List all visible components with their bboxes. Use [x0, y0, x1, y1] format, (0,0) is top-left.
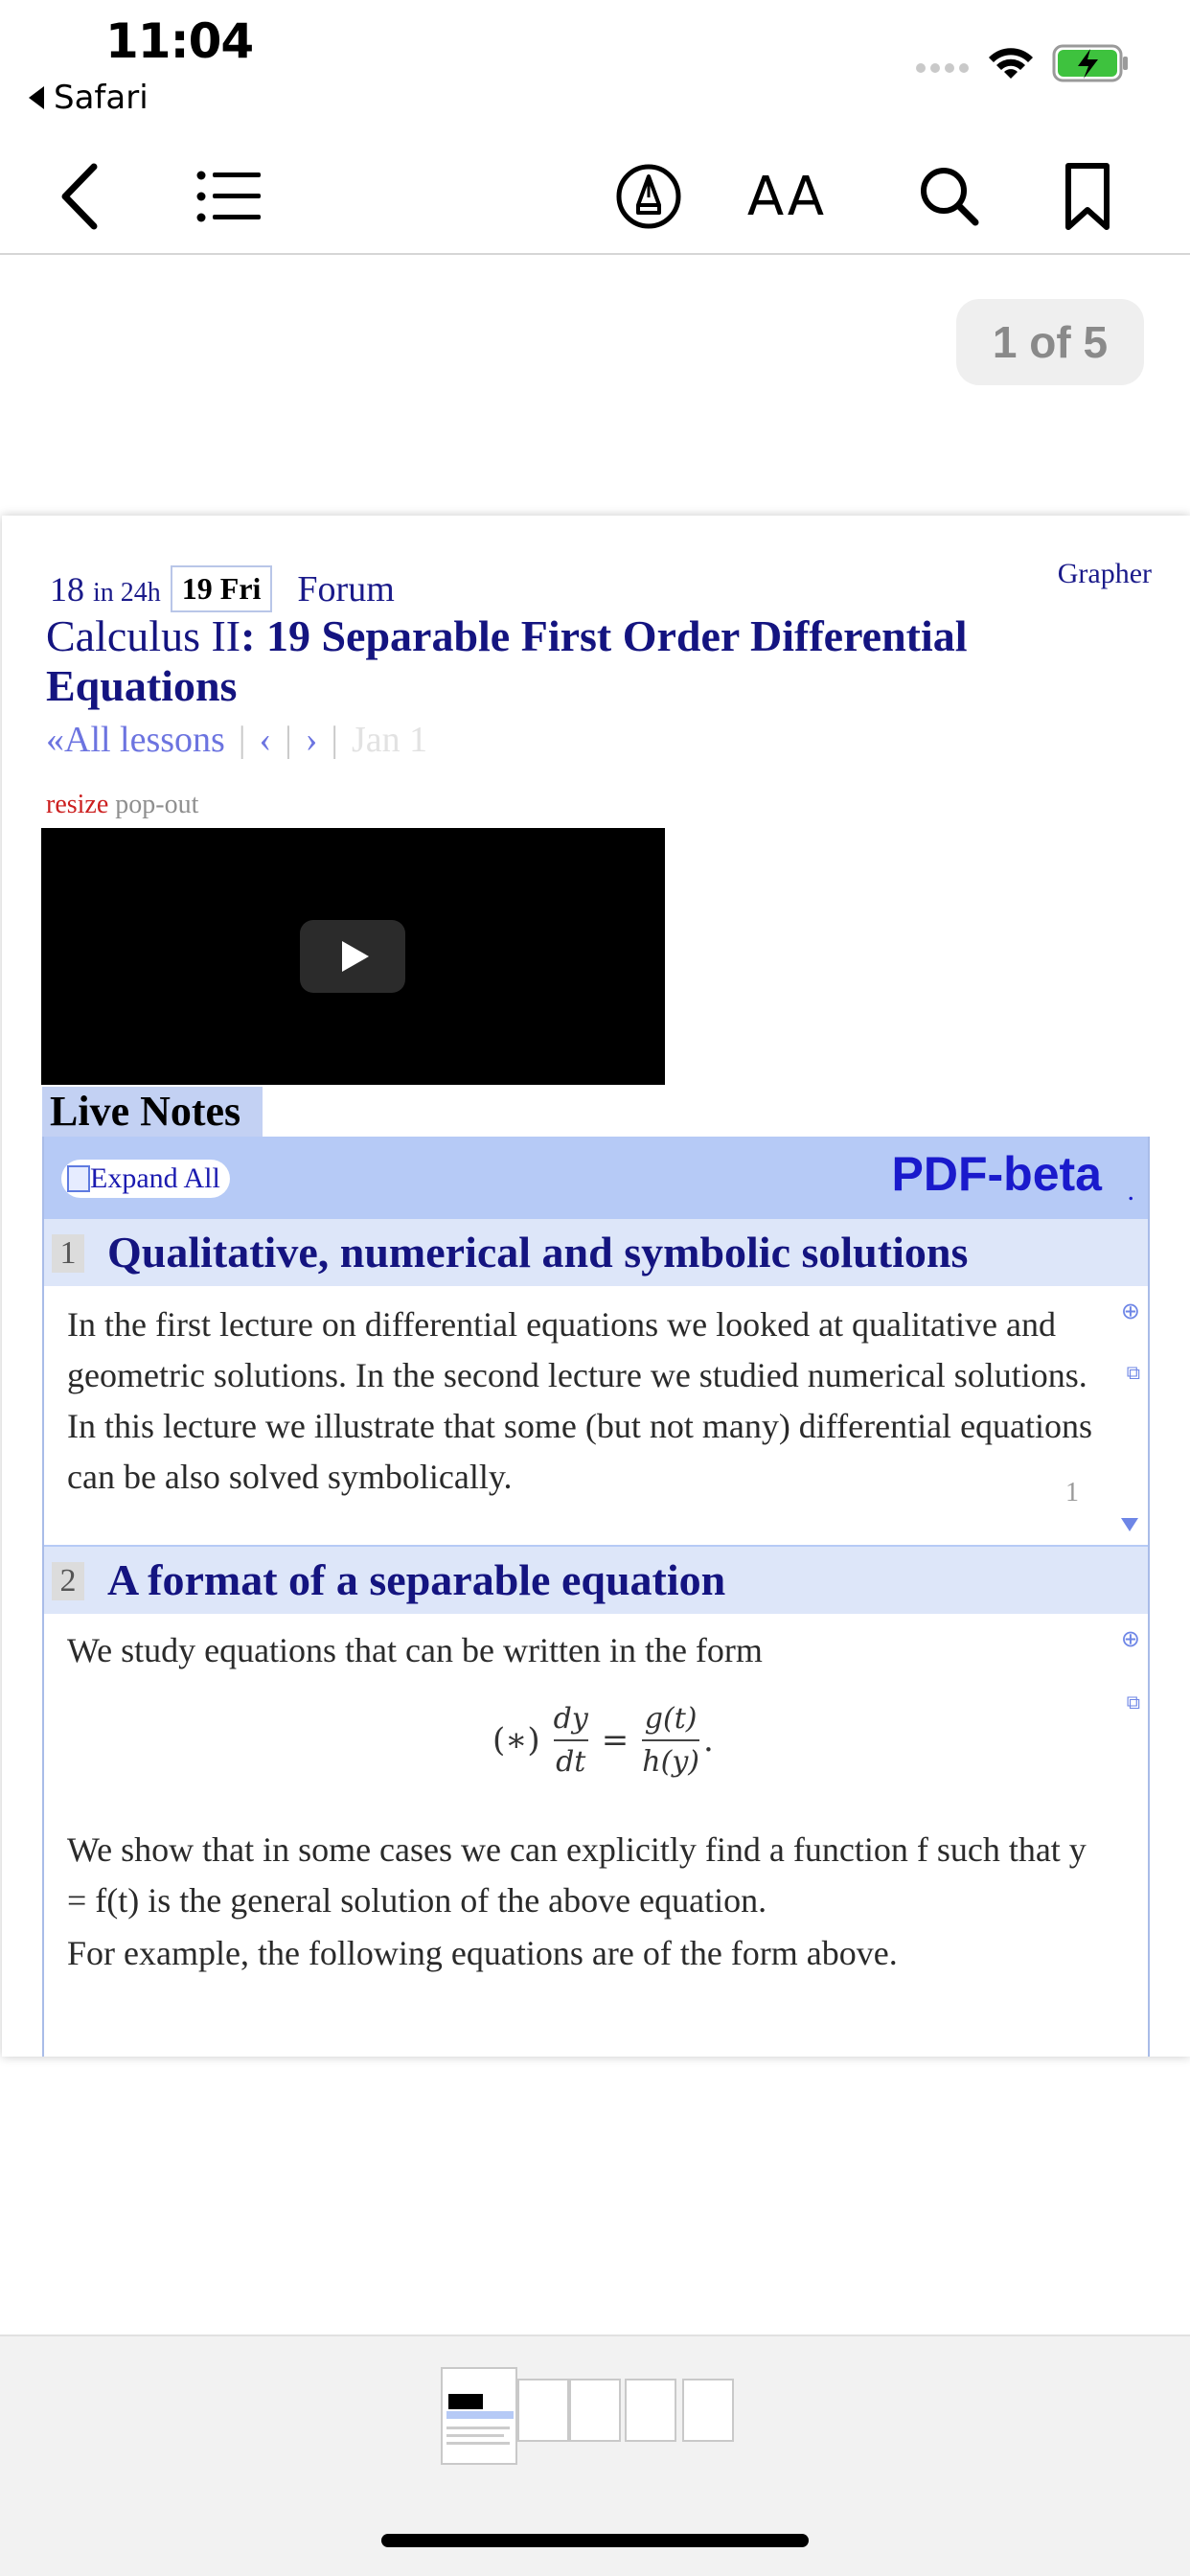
section-number: 2: [52, 1562, 84, 1600]
rhs-denominator: h(y): [642, 1745, 699, 1779]
popout-link[interactable]: pop-out: [115, 790, 198, 819]
faint-date-text: Jan 1: [352, 720, 428, 760]
battery-charging-icon: [1052, 42, 1131, 89]
lhs-fraction: dy dt: [553, 1702, 588, 1779]
video-controls-row: resize pop-out: [46, 790, 198, 820]
footnote-marker: 1: [1065, 1478, 1079, 1507]
all-lessons-link[interactable]: «All lessons: [46, 719, 225, 761]
add-note-icon[interactable]: ⊕: [1121, 1298, 1140, 1325]
equals-sign: =: [601, 1721, 629, 1760]
bookmark-icon[interactable]: [1044, 153, 1131, 240]
page-thumbnail-5[interactable]: [682, 2379, 734, 2442]
reader-toolbar: AA: [0, 144, 1190, 255]
section-1-text: In the first lecture on differential equ…: [67, 1305, 1093, 1496]
rhs-fraction: g(t) h(y): [642, 1702, 699, 1779]
separable-equation: (∗) dy dt = g(t) h(y) .: [492, 1702, 714, 1779]
pdf-beta-dot: .: [1127, 1175, 1135, 1207]
collapse-arrow-icon[interactable]: [1121, 1518, 1138, 1531]
rhs-numerator: g(t): [644, 1702, 698, 1736]
pager-divider: |: [331, 720, 338, 760]
lesson-pager: «All lessons | ‹ | › | Jan 1: [46, 719, 427, 761]
page-thumbnail-4[interactable]: [625, 2379, 676, 2442]
back-app-label: Safari: [54, 79, 149, 117]
cellular-signal-icon: [916, 63, 969, 73]
section-1-header[interactable]: 1 Qualitative, numerical and symbolic so…: [44, 1219, 1148, 1286]
section-2-para2: For example, the following equations are…: [67, 1934, 898, 1972]
section-2-header[interactable]: 2 A format of a separable equation: [44, 1547, 1148, 1614]
recent-count-suffix: in 24h: [93, 577, 161, 608]
section-number: 1: [52, 1234, 84, 1273]
day-badge[interactable]: 19 Fri: [170, 565, 273, 612]
expand-all-label: Expand All: [90, 1162, 220, 1194]
pager-divider: |: [285, 720, 292, 760]
grapher-link[interactable]: Grapher: [1058, 558, 1152, 590]
section-2-intro: We study equations that can be written i…: [67, 1631, 763, 1669]
text-size-label: AA: [746, 165, 827, 228]
status-time: 11:04: [105, 13, 254, 69]
notes-panel: Expand All PDF-beta . 1 Qualitative, num…: [42, 1137, 1150, 2057]
lhs-numerator: dy: [553, 1702, 588, 1736]
pdf-page[interactable]: 18 in 24h 19 Fri Forum Grapher Calculus …: [2, 516, 1190, 2057]
equation-label: (∗): [492, 1721, 540, 1760]
course-name: Calculus II: [46, 611, 241, 660]
page-thumbnail-1[interactable]: [441, 2367, 517, 2465]
section-title: Qualitative, numerical and symbolic solu…: [107, 1228, 969, 1276]
home-indicator: [381, 2534, 809, 2547]
expand-icon: [67, 1165, 90, 1192]
next-lesson-link[interactable]: ›: [306, 719, 318, 761]
prev-lesson-link[interactable]: ‹: [259, 719, 271, 761]
section-2-para1: We show that in some cases we can explic…: [67, 1830, 1087, 1920]
popout-icon[interactable]: ⧉: [1127, 1692, 1140, 1714]
lesson-title: Calculus II: 19 Separable First Order Di…: [46, 611, 1119, 711]
recent-count: 18: [50, 569, 84, 609]
video-player[interactable]: [41, 828, 665, 1085]
forum-link[interactable]: Forum: [297, 568, 394, 610]
resize-link[interactable]: resize: [46, 790, 108, 819]
back-to-safari[interactable]: Safari: [29, 79, 149, 117]
markup-pen-icon[interactable]: [606, 153, 692, 240]
page-thumbnail-2[interactable]: [517, 2379, 569, 2442]
page-thumbnail-3[interactable]: [569, 2379, 621, 2442]
wifi-icon: [987, 44, 1035, 87]
back-triangle-icon: [29, 86, 44, 109]
recent-count-link[interactable]: 18 in 24h: [50, 569, 161, 610]
search-icon[interactable]: [906, 153, 993, 240]
play-button[interactable]: [300, 920, 405, 993]
add-note-icon[interactable]: ⊕: [1121, 1625, 1140, 1653]
popout-icon[interactable]: ⧉: [1127, 1363, 1140, 1385]
expand-all-button[interactable]: Expand All: [61, 1160, 230, 1198]
chevron-left-icon[interactable]: [36, 153, 123, 240]
section-title: A format of a separable equation: [107, 1555, 726, 1604]
live-notes-heading: Live Notes: [42, 1087, 263, 1137]
page-counter: 1 of 5: [956, 299, 1144, 385]
period: .: [702, 1721, 714, 1760]
pdf-beta-link[interactable]: PDF-beta: [892, 1146, 1102, 1202]
play-icon: [342, 941, 369, 972]
lesson-nav: 18 in 24h 19 Fri Forum: [50, 565, 395, 612]
text-size-button[interactable]: AA: [744, 153, 830, 240]
pager-divider: |: [238, 720, 246, 760]
notes-header: Expand All PDF-beta .: [44, 1137, 1148, 1219]
list-icon[interactable]: [186, 153, 272, 240]
lhs-denominator: dt: [556, 1745, 586, 1779]
